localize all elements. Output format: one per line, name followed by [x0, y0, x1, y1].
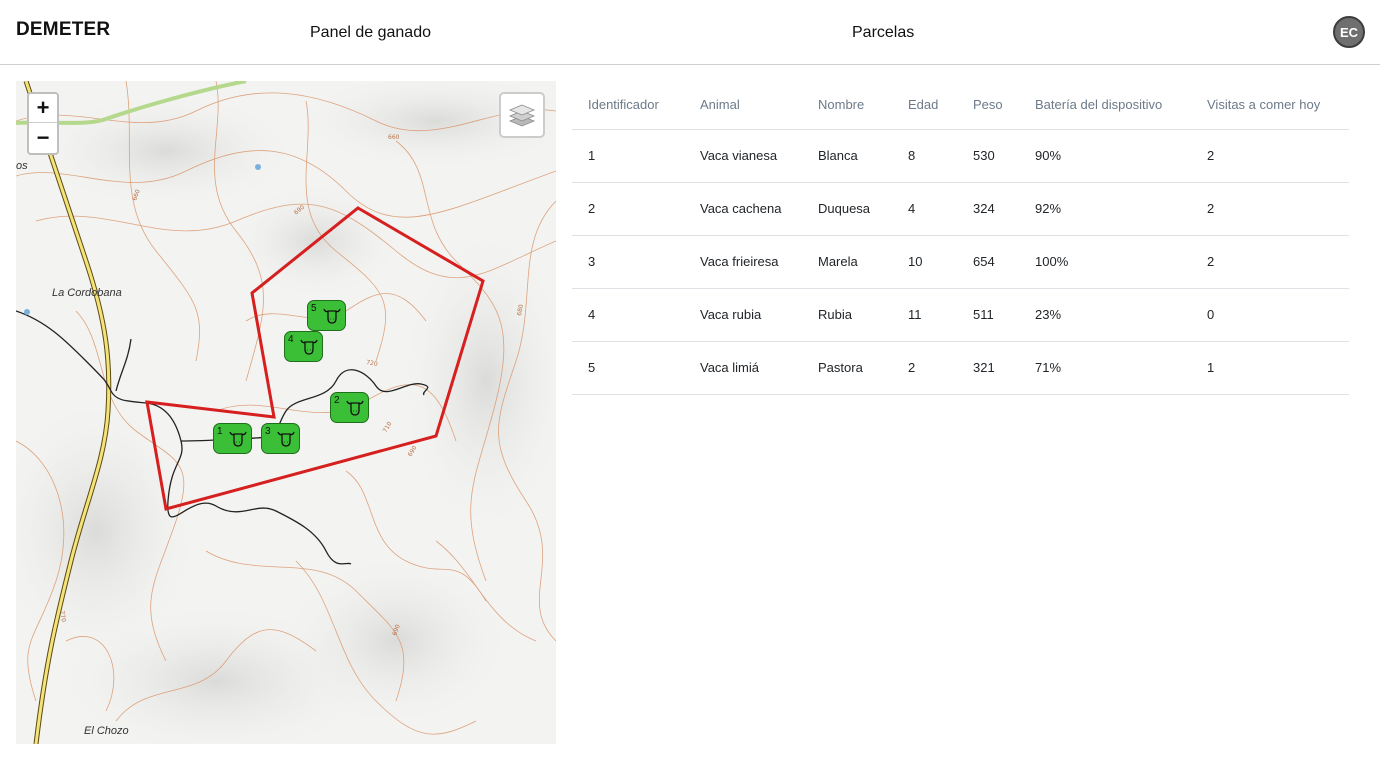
cow-icon — [277, 431, 295, 447]
table-cell: Vaca cachena — [684, 182, 802, 236]
table-cell: 5 — [572, 341, 684, 395]
column-header: Nombre — [802, 81, 892, 130]
cow-marker[interactable]: 3 — [261, 423, 300, 454]
column-header: Batería del dispositivo — [1019, 81, 1191, 130]
cattle-table: Identificador Animal Nombre Edad Peso Ba… — [572, 81, 1349, 395]
column-header: Visitas a comer hoy — [1191, 81, 1349, 130]
table-cell: 654 — [957, 235, 1019, 289]
cow-marker[interactable]: 5 — [307, 300, 346, 331]
table-row[interactable]: 4 Vaca rubia Rubia 11 511 23% 0 — [572, 288, 1349, 342]
table-cell: 100% — [1019, 235, 1191, 289]
zoom-control: + − — [27, 92, 59, 155]
table-cell: Rubia — [802, 288, 892, 342]
table-cell: 4 — [892, 182, 957, 236]
marker-number: 3 — [265, 426, 271, 437]
table-cell: 2 — [1191, 129, 1349, 183]
zoom-in-button[interactable]: + — [29, 94, 57, 123]
column-header: Edad — [892, 81, 957, 130]
top-navbar: DEMETER Panel de ganado Parcelas EC — [0, 0, 1380, 65]
place-label: El Chozo — [84, 725, 129, 737]
marker-number: 5 — [311, 303, 317, 314]
marker-number: 2 — [334, 395, 340, 406]
table-cell: 2 — [892, 341, 957, 395]
map-tiles: 660 690 720 710 690 680 660 770 690 — [16, 81, 556, 744]
cow-marker[interactable]: 2 — [330, 392, 369, 423]
table-cell: Vaca rubia — [684, 288, 802, 342]
map-view[interactable]: 660 690 720 710 690 680 660 770 690 La C… — [16, 81, 556, 744]
table-cell: 530 — [957, 129, 1019, 183]
column-header: Animal — [684, 81, 802, 130]
table-cell: 321 — [957, 341, 1019, 395]
table-cell: 92% — [1019, 182, 1191, 236]
zoom-out-button[interactable]: − — [29, 123, 57, 152]
table-cell: 3 — [572, 235, 684, 289]
cow-icon — [323, 308, 341, 324]
table-row[interactable]: 3 Vaca frieiresa Marela 10 654 100% 2 — [572, 235, 1349, 289]
table-cell: 2 — [1191, 235, 1349, 289]
table-cell: 4 — [572, 288, 684, 342]
cattle-table-container: Identificador Animal Nombre Edad Peso Ba… — [572, 81, 1349, 395]
table-cell: 23% — [1019, 288, 1191, 342]
cow-icon — [346, 400, 364, 416]
table-cell: Vaca limiá — [684, 341, 802, 395]
table-cell: 71% — [1019, 341, 1191, 395]
nav-panel-ganado[interactable]: Panel de ganado — [310, 24, 431, 42]
place-label: La Cordobana — [52, 287, 122, 299]
table-cell: 0 — [1191, 288, 1349, 342]
table-cell: 10 — [892, 235, 957, 289]
table-row[interactable]: 2 Vaca cachena Duquesa 4 324 92% 2 — [572, 182, 1349, 236]
table-cell: 11 — [892, 288, 957, 342]
table-cell: 1 — [572, 129, 684, 183]
cow-marker[interactable]: 1 — [213, 423, 252, 454]
brand-logo[interactable]: DEMETER — [16, 19, 110, 41]
table-cell: 90% — [1019, 129, 1191, 183]
table-cell: 8 — [892, 129, 957, 183]
cow-marker[interactable]: 4 — [284, 331, 323, 362]
table-cell: Blanca — [802, 129, 892, 183]
table-cell: 324 — [957, 182, 1019, 236]
table-cell: 511 — [957, 288, 1019, 342]
layers-icon — [508, 104, 536, 127]
user-avatar[interactable]: EC — [1333, 16, 1365, 48]
column-header: Peso — [957, 81, 1019, 130]
table-row[interactable]: 1 Vaca vianesa Blanca 8 530 90% 2 — [572, 129, 1349, 183]
table-header-row: Identificador Animal Nombre Edad Peso Ba… — [572, 81, 1349, 130]
table-cell: Vaca vianesa — [684, 129, 802, 183]
table-cell: Marela — [802, 235, 892, 289]
cow-icon — [300, 339, 318, 355]
table-cell: Vaca frieiresa — [684, 235, 802, 289]
nav-parcelas[interactable]: Parcelas — [852, 24, 914, 42]
column-header: Identificador — [572, 81, 684, 130]
table-cell: 2 — [1191, 182, 1349, 236]
marker-number: 4 — [288, 334, 294, 345]
table-cell: 2 — [572, 182, 684, 236]
cow-icon — [229, 431, 247, 447]
marker-number: 1 — [217, 426, 223, 437]
table-row[interactable]: 5 Vaca limiá Pastora 2 321 71% 1 — [572, 341, 1349, 395]
table-cell: Pastora — [802, 341, 892, 395]
table-cell: Duquesa — [802, 182, 892, 236]
table-cell: 1 — [1191, 341, 1349, 395]
layers-button[interactable] — [499, 92, 545, 138]
contour-label: 660 — [388, 134, 400, 141]
place-label: os — [16, 160, 28, 172]
